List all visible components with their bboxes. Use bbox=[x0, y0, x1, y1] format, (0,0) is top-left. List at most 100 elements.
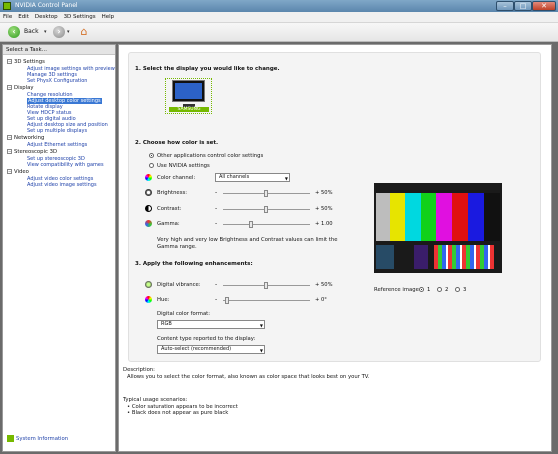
bar-black bbox=[484, 193, 500, 241]
vibrance-icon bbox=[145, 281, 152, 288]
contrast-label: Contrast: bbox=[157, 206, 182, 212]
vibrance-minus[interactable]: - bbox=[215, 281, 217, 288]
gamma-minus[interactable]: - bbox=[215, 220, 217, 227]
vibrance-label: Digital vibrance: bbox=[157, 282, 201, 288]
forward-dropdown-icon[interactable]: ▾ bbox=[67, 29, 70, 35]
vibrance-value: + 50% bbox=[315, 282, 333, 288]
bar-green bbox=[421, 193, 436, 241]
close-button[interactable]: ✕ bbox=[532, 1, 556, 11]
task-header: Select a Task... bbox=[3, 45, 115, 55]
usage-title: Typical usage scenarios: bbox=[123, 397, 188, 403]
bar-red bbox=[452, 193, 468, 241]
menu-desktop[interactable]: Desktop bbox=[32, 12, 61, 23]
brightness-minus[interactable]: - bbox=[215, 189, 217, 196]
hue-minus[interactable]: - bbox=[215, 296, 217, 303]
tree-item-compat-games[interactable]: View compatibility with games bbox=[27, 162, 104, 168]
tree-cat-networking[interactable]: − Networking bbox=[7, 135, 44, 141]
pattern-navy bbox=[376, 245, 394, 269]
task-panel: Select a Task... −3D Settings Adjust ima… bbox=[2, 44, 116, 452]
tree-cat-video[interactable]: − Video bbox=[7, 169, 29, 175]
tree-item-physx[interactable]: Set PhysX Configuration bbox=[27, 78, 87, 84]
section-1-title: 1. Select the display you would like to … bbox=[135, 66, 280, 72]
nvidia-logo-icon bbox=[3, 2, 11, 10]
content-type-dropdown[interactable]: Auto-select (recommended) ▼ bbox=[157, 345, 265, 354]
radio-other-apps[interactable] bbox=[149, 153, 154, 158]
menu-bar: File Edit Desktop 3D Settings Help bbox=[0, 12, 558, 23]
reference-radio-3-label[interactable]: 3 bbox=[463, 287, 466, 293]
gamma-value: + 1.00 bbox=[315, 221, 333, 227]
monitor-icon[interactable] bbox=[172, 80, 205, 102]
hue-slider-thumb[interactable] bbox=[225, 297, 229, 304]
contrast-slider-thumb[interactable] bbox=[264, 206, 268, 213]
back-dropdown-icon[interactable]: ▾ bbox=[44, 29, 47, 35]
title-bar: NVIDIA Control Panel bbox=[0, 0, 558, 12]
display-name[interactable]: SAMSUNG bbox=[169, 107, 209, 112]
reference-radio-1[interactable] bbox=[419, 287, 424, 292]
hue-value: + 0° bbox=[315, 297, 327, 303]
color-format-dropdown[interactable]: RGB ▼ bbox=[157, 320, 265, 329]
bar-gray bbox=[376, 193, 390, 241]
back-arrow-icon[interactable]: ‹ bbox=[8, 26, 20, 38]
tree-cat-3d-settings[interactable]: −3D Settings bbox=[7, 59, 45, 65]
tree-item-video-image[interactable]: Adjust video image settings bbox=[27, 182, 97, 188]
contrast-value: + 50% bbox=[315, 206, 333, 212]
gamma-label: Gamma: bbox=[157, 221, 180, 227]
color-channel-icon bbox=[145, 174, 152, 181]
usage-item: • Black does not appear as pure black bbox=[127, 410, 229, 416]
toolbar: ‹ Back ▾ › ▾ ⌂ bbox=[0, 23, 558, 42]
system-information-link[interactable]: System Information bbox=[7, 435, 68, 442]
reference-radio-2[interactable] bbox=[437, 287, 442, 292]
radio-other-apps-label[interactable]: Other applications control color setting… bbox=[157, 153, 263, 159]
pattern-colorstrip bbox=[434, 245, 494, 269]
home-icon[interactable]: ⌂ bbox=[77, 26, 91, 39]
tree-cat-display[interactable]: − Display bbox=[7, 85, 34, 91]
reference-image bbox=[374, 183, 502, 273]
tree-item-multiple-displays[interactable]: Set up multiple displays bbox=[27, 128, 87, 134]
brightness-slider-thumb[interactable] bbox=[264, 190, 268, 197]
section-3-title: 3. Apply the following enhancements: bbox=[135, 261, 253, 267]
color-channel-dropdown[interactable]: All channels ▼ bbox=[215, 173, 290, 182]
hue-label: Hue: bbox=[157, 297, 170, 303]
system-info-icon bbox=[7, 435, 14, 442]
tree-item-ethernet[interactable]: Adjust Ethernet settings bbox=[27, 142, 87, 148]
reference-radio-3[interactable] bbox=[455, 287, 460, 292]
minimize-button[interactable]: – bbox=[496, 1, 514, 11]
description-title: Description: bbox=[123, 367, 155, 373]
vibrance-slider-thumb[interactable] bbox=[264, 282, 268, 289]
color-channel-label: Color channel: bbox=[157, 175, 196, 181]
content-type-label: Content type reported to the display: bbox=[157, 336, 256, 342]
section-2-title: 2. Choose how color is set. bbox=[135, 140, 219, 146]
menu-help[interactable]: Help bbox=[99, 12, 118, 23]
menu-3d-settings[interactable]: 3D Settings bbox=[61, 12, 99, 23]
brightness-value: + 50% bbox=[315, 190, 333, 196]
reference-image-label: Reference image: bbox=[374, 287, 421, 293]
radio-nvidia-settings-label[interactable]: Use NVIDIA settings bbox=[157, 163, 210, 169]
bar-cyan bbox=[405, 193, 421, 241]
gamma-note: Very high and very low Brightness and Co… bbox=[157, 237, 338, 250]
window-title: NVIDIA Control Panel bbox=[15, 2, 78, 9]
description-text: Allows you to select the color format, a… bbox=[127, 374, 370, 380]
tree-cat-stereoscopic[interactable]: − Stereoscopic 3D bbox=[7, 149, 57, 155]
color-format-label: Digital color format: bbox=[157, 311, 211, 317]
maximize-button[interactable]: □ bbox=[514, 1, 532, 11]
pattern-purple bbox=[414, 245, 428, 269]
radio-nvidia-settings[interactable] bbox=[149, 163, 154, 168]
contrast-minus[interactable]: - bbox=[215, 205, 217, 212]
reference-radio-2-label[interactable]: 2 bbox=[445, 287, 448, 293]
gamma-icon bbox=[145, 220, 152, 227]
bar-blue bbox=[468, 193, 484, 241]
forward-arrow-icon[interactable]: › bbox=[53, 26, 65, 38]
menu-edit[interactable]: Edit bbox=[15, 12, 32, 23]
bar-magenta bbox=[436, 193, 452, 241]
back-label[interactable]: Back bbox=[24, 28, 39, 35]
hue-icon bbox=[145, 296, 152, 303]
settings-box: 1. Select the display you would like to … bbox=[128, 52, 541, 362]
brightness-icon bbox=[145, 189, 152, 196]
settings-panel: 1. Select the display you would like to … bbox=[118, 44, 552, 452]
hue-slider[interactable] bbox=[223, 300, 310, 301]
contrast-icon bbox=[145, 205, 152, 212]
gamma-slider[interactable] bbox=[223, 224, 310, 225]
menu-file[interactable]: File bbox=[0, 12, 15, 23]
reference-radio-1-label[interactable]: 1 bbox=[427, 287, 430, 293]
gamma-slider-thumb[interactable] bbox=[249, 221, 253, 228]
